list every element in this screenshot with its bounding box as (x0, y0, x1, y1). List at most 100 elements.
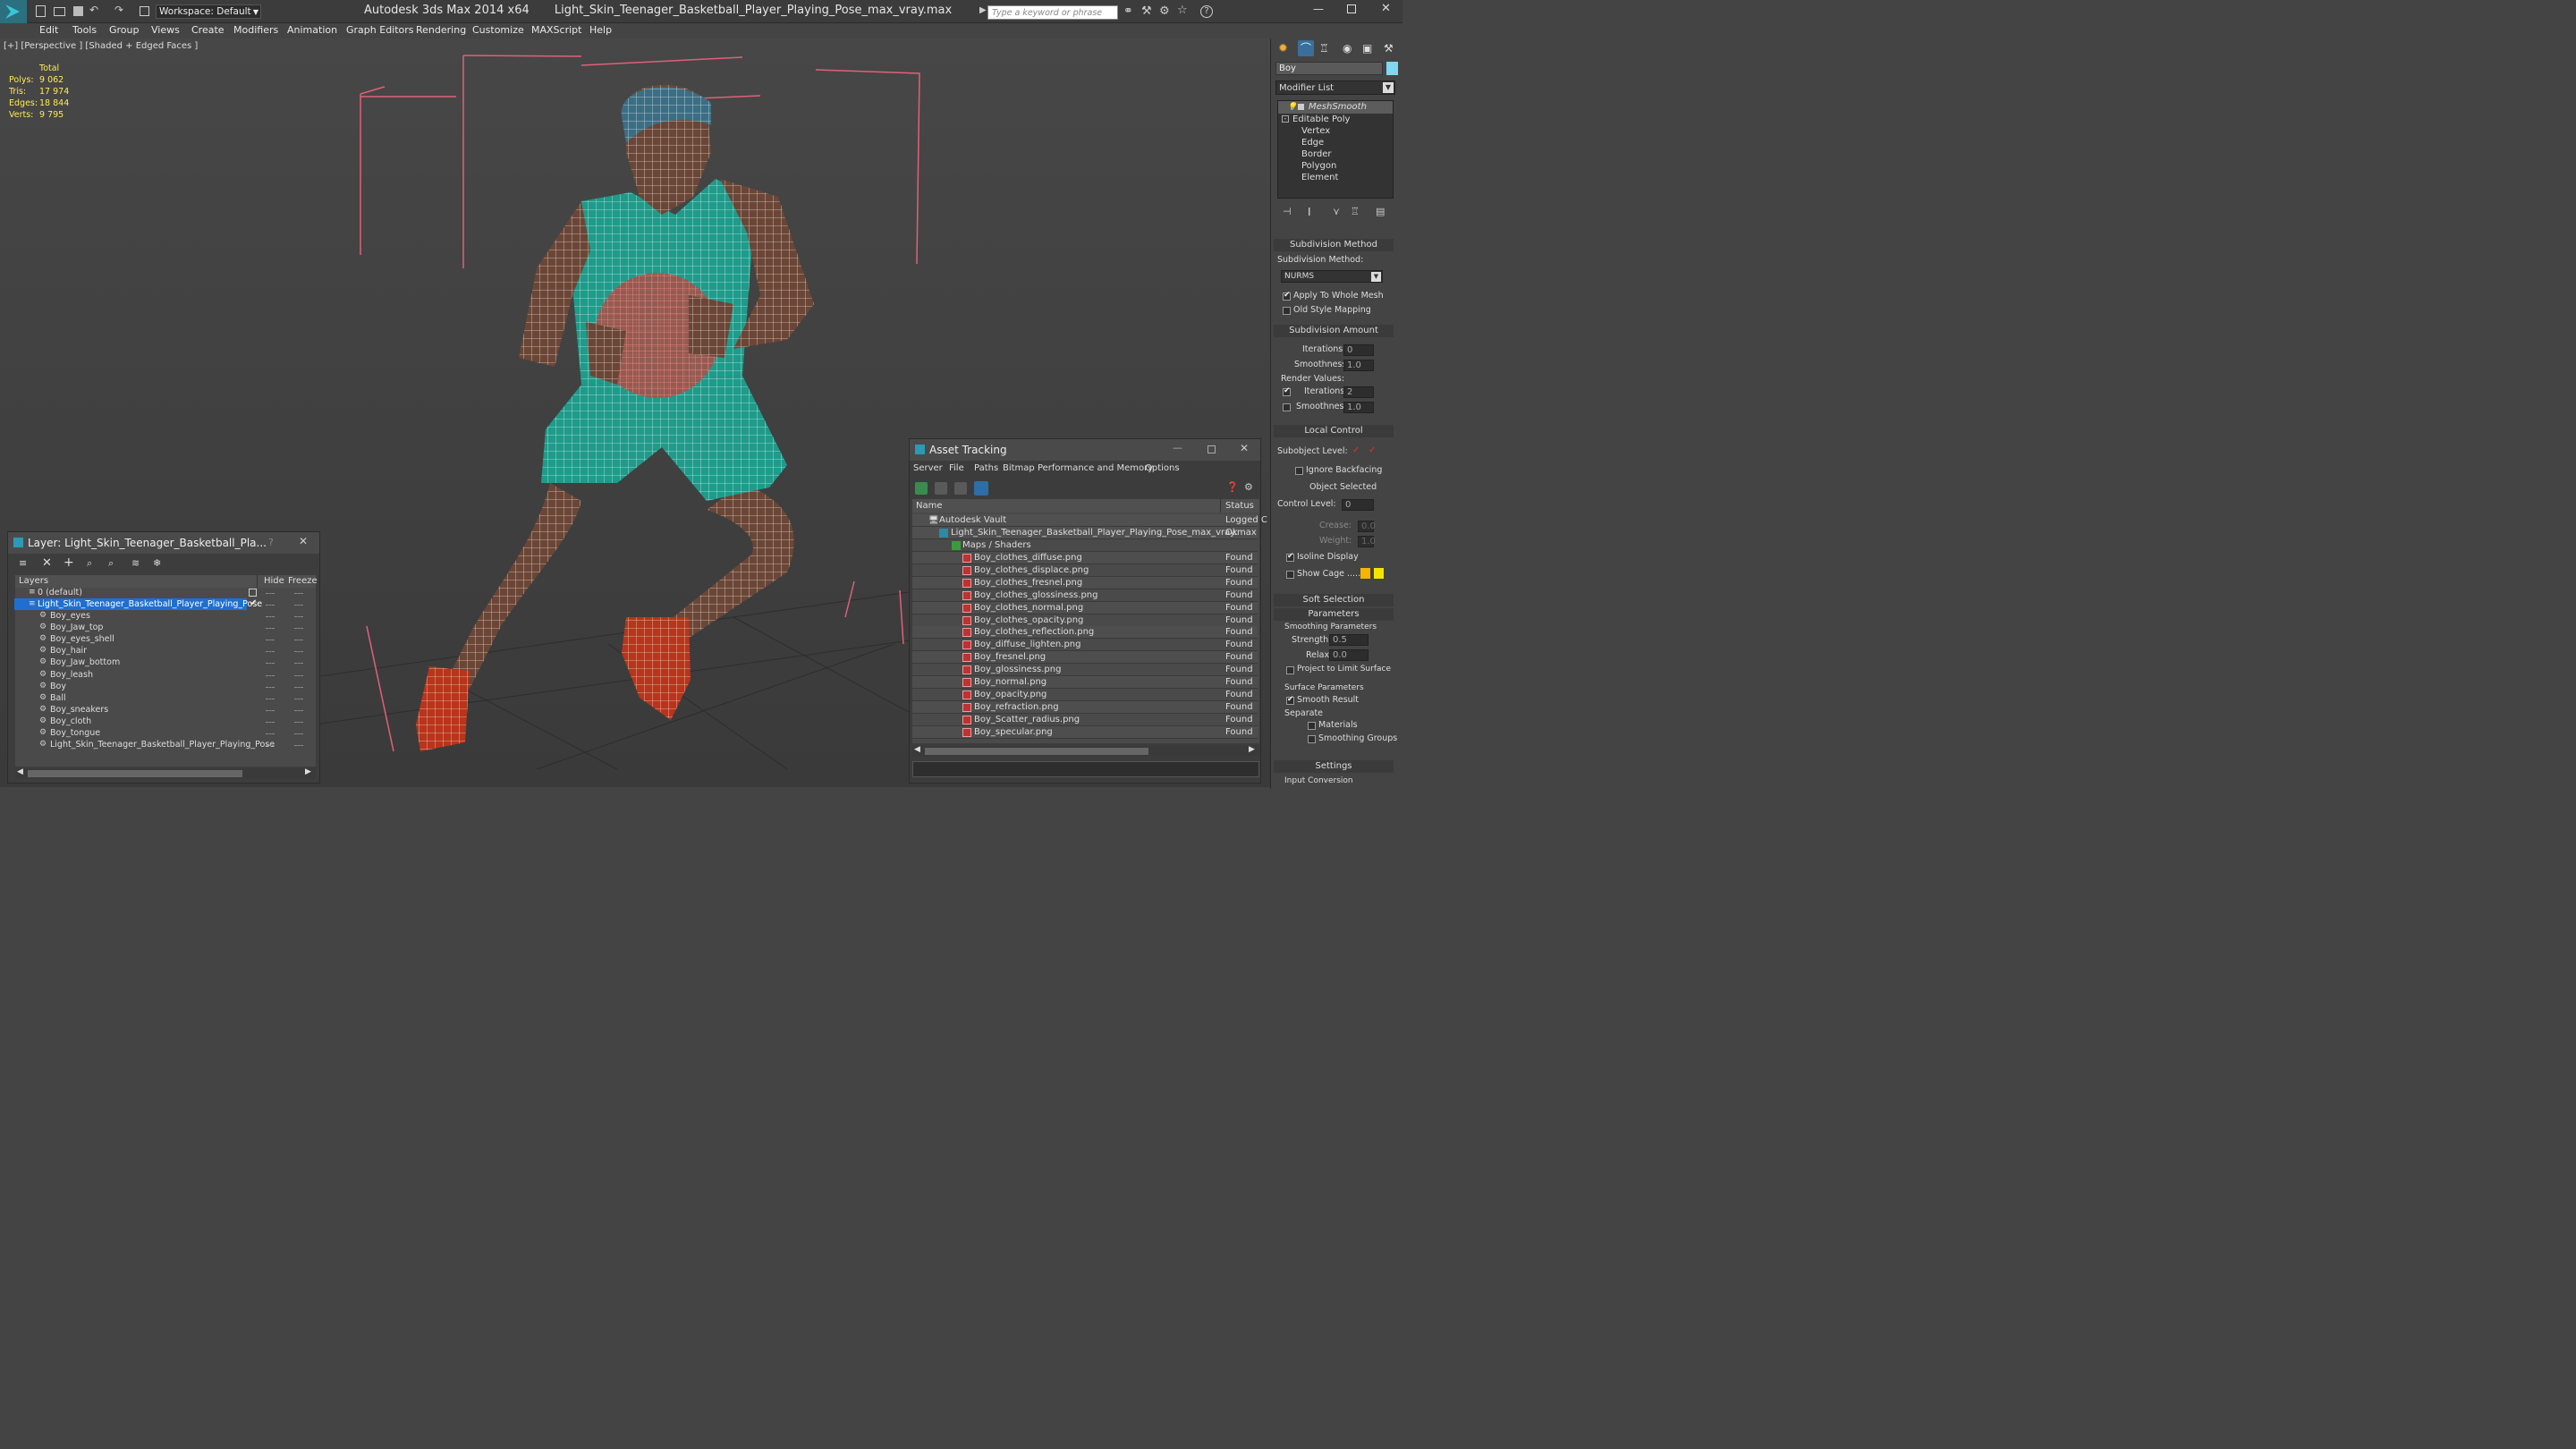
minimize-icon[interactable]: — (1173, 442, 1182, 453)
rollout-settings[interactable]: Settings (1274, 760, 1394, 773)
hide-toggle[interactable] (266, 593, 275, 594)
freeze-toggle[interactable] (294, 616, 303, 617)
layer-row-default[interactable]: ≡ 0 (default) (14, 587, 313, 598)
freeze-toggle[interactable] (294, 651, 303, 653)
asset-row[interactable]: Boy_refraction.png Found (912, 700, 1258, 714)
stack-item-vertex[interactable]: Vertex (1278, 125, 1330, 138)
motion-tab-icon[interactable]: ◉ (1343, 42, 1352, 55)
asset-path-field[interactable] (912, 761, 1259, 777)
render-smoothness-spinner[interactable]: 1.0 (1343, 402, 1374, 413)
vertex-level-icon[interactable]: ✓ (1352, 445, 1360, 455)
layer-object-row[interactable]: ⚙ Boy_tongue (14, 727, 313, 739)
hide-toggle[interactable] (266, 733, 275, 734)
col-name[interactable]: Name (916, 499, 943, 513)
display-tab-icon[interactable]: ▣ (1362, 42, 1372, 55)
col-status[interactable]: Status (1225, 499, 1254, 513)
tools-icon[interactable]: ⚒ (1141, 4, 1152, 18)
create-tab-icon[interactable]: ✹ (1278, 42, 1288, 55)
rollout-subdivision-amount[interactable]: Subdivision Amount (1274, 325, 1394, 337)
freeze-toggle[interactable] (294, 745, 303, 747)
ignore-backfacing-checkbox[interactable] (1295, 467, 1303, 475)
add-to-layer-icon[interactable]: + (64, 555, 74, 570)
menu-group[interactable]: Group (109, 24, 140, 36)
stack-item-editable-poly[interactable]: - Editable Poly (1278, 114, 1350, 126)
layer-object-row[interactable]: ⚙ Boy_Jaw_top (14, 622, 313, 633)
freeze-toggle[interactable] (294, 674, 303, 676)
layer-object-row[interactable]: ⚙ Boy_eyes (14, 610, 313, 622)
menu-server[interactable]: Server (913, 463, 943, 473)
layer-object-row[interactable]: ⚙ Boy_Jaw_bottom (14, 657, 313, 668)
menu-views[interactable]: Views (151, 24, 180, 36)
layer-hscrollbar[interactable]: ◀ ▶ (15, 767, 316, 779)
new-layer-icon[interactable]: ≡ (19, 557, 27, 569)
hide-toggle[interactable] (266, 721, 275, 723)
help-icon[interactable]: ? (268, 537, 274, 548)
asset-row[interactable]: Boy_diffuse_lighten.png Found (912, 639, 1258, 652)
layer-object-row[interactable]: ⚙ Light_Skin_Teenager_Basketball_Player_P… (14, 739, 313, 750)
asset-row[interactable]: Boy_clothes_normal.png Found (912, 601, 1258, 614)
scroll-thumb[interactable] (925, 748, 1148, 755)
table-view-icon[interactable] (974, 481, 988, 496)
search-input[interactable]: Type a keyword or phrase (987, 5, 1118, 20)
highlight-layer-icon[interactable]: ⌕ (108, 557, 114, 570)
layer-object-row[interactable]: ⚙ Boy_cloth (14, 716, 313, 727)
object-name-field[interactable]: Boy (1275, 62, 1383, 75)
remove-modifier-icon[interactable]: ♖ (1351, 206, 1360, 217)
configure-sets-icon[interactable]: ▤ (1376, 206, 1385, 217)
menu-file[interactable]: File (949, 463, 964, 473)
freeze-toggle[interactable] (294, 721, 303, 723)
help-icon[interactable]: ? (1200, 5, 1213, 18)
asset-row[interactable]: Boy_clothes_glossiness.png Found (912, 589, 1258, 602)
binoculars-icon[interactable]: ⚭ (1123, 4, 1133, 18)
control-level-spinner[interactable]: 0 (1342, 499, 1374, 511)
app-logo[interactable] (0, 0, 27, 23)
menu-rendering[interactable]: Rendering (416, 24, 466, 36)
menu-bitmap-performance[interactable]: Bitmap Performance and Memory (1003, 463, 1153, 473)
hide-toggle[interactable] (266, 686, 275, 688)
close-icon[interactable]: ✕ (1240, 442, 1249, 454)
smoothing-groups-checkbox[interactable] (1308, 735, 1316, 743)
hide-toggle[interactable] (266, 745, 275, 747)
hide-toggle[interactable] (266, 605, 275, 606)
asset-row[interactable]: Boy_clothes_opacity.png Found (912, 614, 1258, 627)
asset-row[interactable]: Boy_opacity.png Found (912, 688, 1258, 701)
current-layer-checkbox[interactable] (249, 589, 257, 597)
hide-all-icon[interactable]: ≋ (131, 557, 140, 569)
expand-icon[interactable]: - (1282, 115, 1289, 123)
lightbulb-icon[interactable]: 💡 (1287, 101, 1297, 114)
close-icon[interactable]: ✕ (1381, 2, 1391, 15)
col-divider[interactable] (1220, 499, 1221, 513)
iterations-spinner[interactable]: 0 (1343, 344, 1374, 356)
asset-row[interactable]: Boy_specular.png Found (912, 725, 1258, 739)
asset-hscrollbar[interactable]: ◀ ▶ (912, 745, 1259, 757)
freeze-toggle[interactable] (294, 733, 303, 734)
menu-tools[interactable]: Tools (72, 24, 97, 36)
select-objects-icon[interactable]: ⌕ (87, 557, 92, 570)
redo-icon[interactable]: ↷ (114, 4, 123, 16)
subscription-icon[interactable]: ⚙ (1159, 4, 1170, 18)
freeze-toggle[interactable] (294, 605, 303, 606)
project-folder-icon[interactable] (140, 6, 149, 16)
hide-toggle[interactable] (266, 674, 275, 676)
modifier-list-dropdown[interactable]: Modifier List ▼ (1275, 80, 1395, 95)
render-iterations-spinner[interactable]: 2 (1343, 386, 1374, 398)
project-limit-checkbox[interactable] (1286, 666, 1294, 674)
scroll-right-icon[interactable]: ▶ (305, 767, 311, 776)
apply-whole-mesh-checkbox[interactable] (1283, 291, 1291, 301)
freeze-toggle[interactable] (294, 686, 303, 688)
make-unique-icon[interactable]: ⋎ (1333, 206, 1340, 217)
render-smoothness-checkbox[interactable] (1283, 403, 1291, 411)
freeze-toggle[interactable] (294, 709, 303, 711)
col-layers[interactable]: Layers (19, 575, 48, 588)
freeze-toggle[interactable] (294, 663, 303, 665)
stack-item-edge[interactable]: Edge (1278, 137, 1324, 149)
search-arrow-icon[interactable]: ▶ (979, 5, 987, 15)
layer-object-row[interactable]: ⚙ Boy (14, 681, 313, 692)
smooth-result-checkbox[interactable] (1286, 695, 1294, 705)
asset-row[interactable]: Boy_normal.png Found (912, 676, 1258, 689)
stack-item-element[interactable]: Element (1278, 172, 1338, 184)
layer-row-main[interactable]: ≡ Light_Skin_Teenager_Basketball_Player_… (14, 598, 313, 610)
menu-create[interactable]: Create (191, 24, 225, 36)
crease-spinner[interactable]: 0.0 (1358, 521, 1376, 532)
menu-maxscript[interactable]: MAXScript (531, 24, 581, 36)
